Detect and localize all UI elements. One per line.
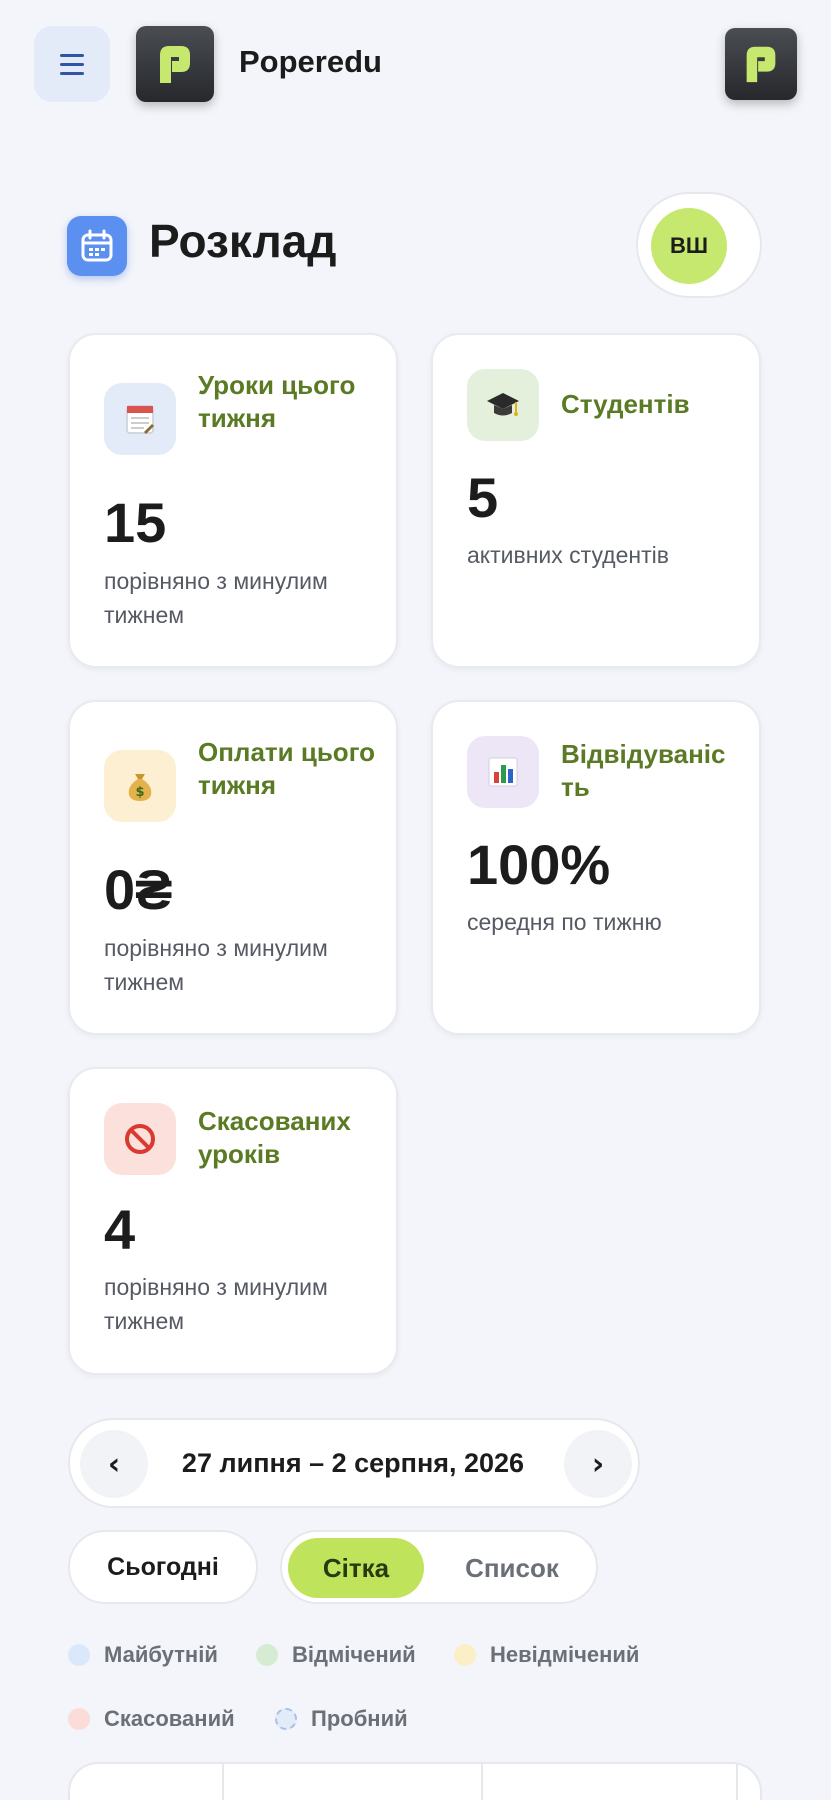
stat-title: Скасованих уроків: [198, 1106, 351, 1169]
stat-subtitle: активних студентів: [467, 542, 669, 568]
legend-item-unmarked: Невідмічений: [454, 1642, 639, 1668]
menu-button[interactable]: [34, 26, 110, 102]
prev-week-button[interactable]: ‹: [80, 1430, 148, 1498]
stat-title: Оплати цього тижня: [198, 737, 376, 800]
svg-text:$: $: [135, 785, 144, 800]
poperedu-logo-icon[interactable]: [136, 26, 214, 102]
legend-dot: [454, 1644, 476, 1666]
stat-title: Студентів: [561, 389, 690, 419]
stat-title-text: Відвідуваність: [561, 739, 726, 802]
page-title: Розклад: [149, 215, 337, 267]
stat-title: Уроки цього тижня: [198, 370, 356, 433]
calendar-pad-icon: [104, 383, 176, 455]
stat-subtitle: порівняно з минулим тижнем: [104, 935, 328, 995]
today-button[interactable]: Сьогодні: [68, 1530, 258, 1604]
week-range-label: 27 липня – 2 серпня, 2026: [181, 1448, 525, 1478]
calendar-icon: [67, 216, 127, 276]
next-week-button[interactable]: ›: [564, 1430, 632, 1498]
chevron-right-icon: ›: [591, 1446, 605, 1482]
legend-label: Майбутній: [104, 1642, 218, 1667]
hamburger-menu-icon: [60, 51, 84, 78]
view-grid-button[interactable]: Сітка: [288, 1538, 424, 1598]
stat-card-lessons: Уроки цього тижня 15 порівняно з минулим…: [68, 333, 398, 668]
stat-card-payments: $ Оплати цього тижня 0₴ порівняно з мину…: [68, 700, 398, 1035]
stat-subtitle: порівняно з минулим тижнем: [104, 1274, 328, 1334]
app-name: Poperedu: [239, 44, 382, 79]
legend-item-cancelled: Скасований: [68, 1706, 235, 1732]
money-bag-icon: $: [104, 750, 176, 822]
legend-label: Скасований: [104, 1706, 235, 1731]
stat-subtitle: порівняно з минулим тижнем: [104, 568, 328, 628]
view-toggle: Сітка Список: [280, 1530, 598, 1604]
user-menu[interactable]: ВШ: [636, 192, 762, 298]
legend-label: Відмічений: [292, 1642, 416, 1667]
week-navigator: ‹ 27 липня – 2 серпня, 2026 ›: [68, 1418, 640, 1508]
view-list-button[interactable]: Список: [432, 1538, 592, 1598]
chevron-left-icon: ‹: [107, 1446, 121, 1482]
legend-dot: [256, 1644, 278, 1666]
poperedu-logo-icon[interactable]: [725, 28, 797, 100]
stat-title: Відвідуваність: [561, 738, 751, 804]
stat-card-attendance: Відвідуваність 100% середня по тижню: [431, 700, 761, 1035]
stat-value: 5: [467, 466, 499, 529]
legend-dot: [275, 1708, 297, 1730]
stat-value: 4: [104, 1198, 136, 1261]
graduation-cap-icon: [467, 369, 539, 441]
bar-chart-icon: [467, 736, 539, 808]
legend-label: Пробний: [311, 1706, 408, 1731]
grid-column-divider: [736, 1764, 738, 1800]
prohibited-icon: [104, 1103, 176, 1175]
legend-item-upcoming: Майбутній: [68, 1642, 218, 1668]
schedule-grid: [68, 1762, 762, 1800]
legend-label: Невідмічений: [490, 1642, 640, 1667]
stat-card-students: Студентів 5 активних студентів: [431, 333, 761, 668]
stat-value: 0₴: [104, 858, 173, 921]
avatar[interactable]: ВШ: [651, 208, 727, 284]
stat-card-cancelled: Скасованих уроків 4 порівняно з минулим …: [68, 1067, 398, 1375]
legend-dot: [68, 1644, 90, 1666]
grid-column-divider: [481, 1764, 483, 1800]
stat-value: 15: [104, 491, 167, 554]
legend-item-marked: Відмічений: [256, 1642, 416, 1668]
legend-item-trial: Пробний: [275, 1706, 408, 1732]
stat-value: 100%: [467, 833, 611, 896]
legend-dot: [68, 1708, 90, 1730]
grid-column-divider: [222, 1764, 224, 1800]
stat-subtitle: середня по тижню: [467, 909, 662, 935]
